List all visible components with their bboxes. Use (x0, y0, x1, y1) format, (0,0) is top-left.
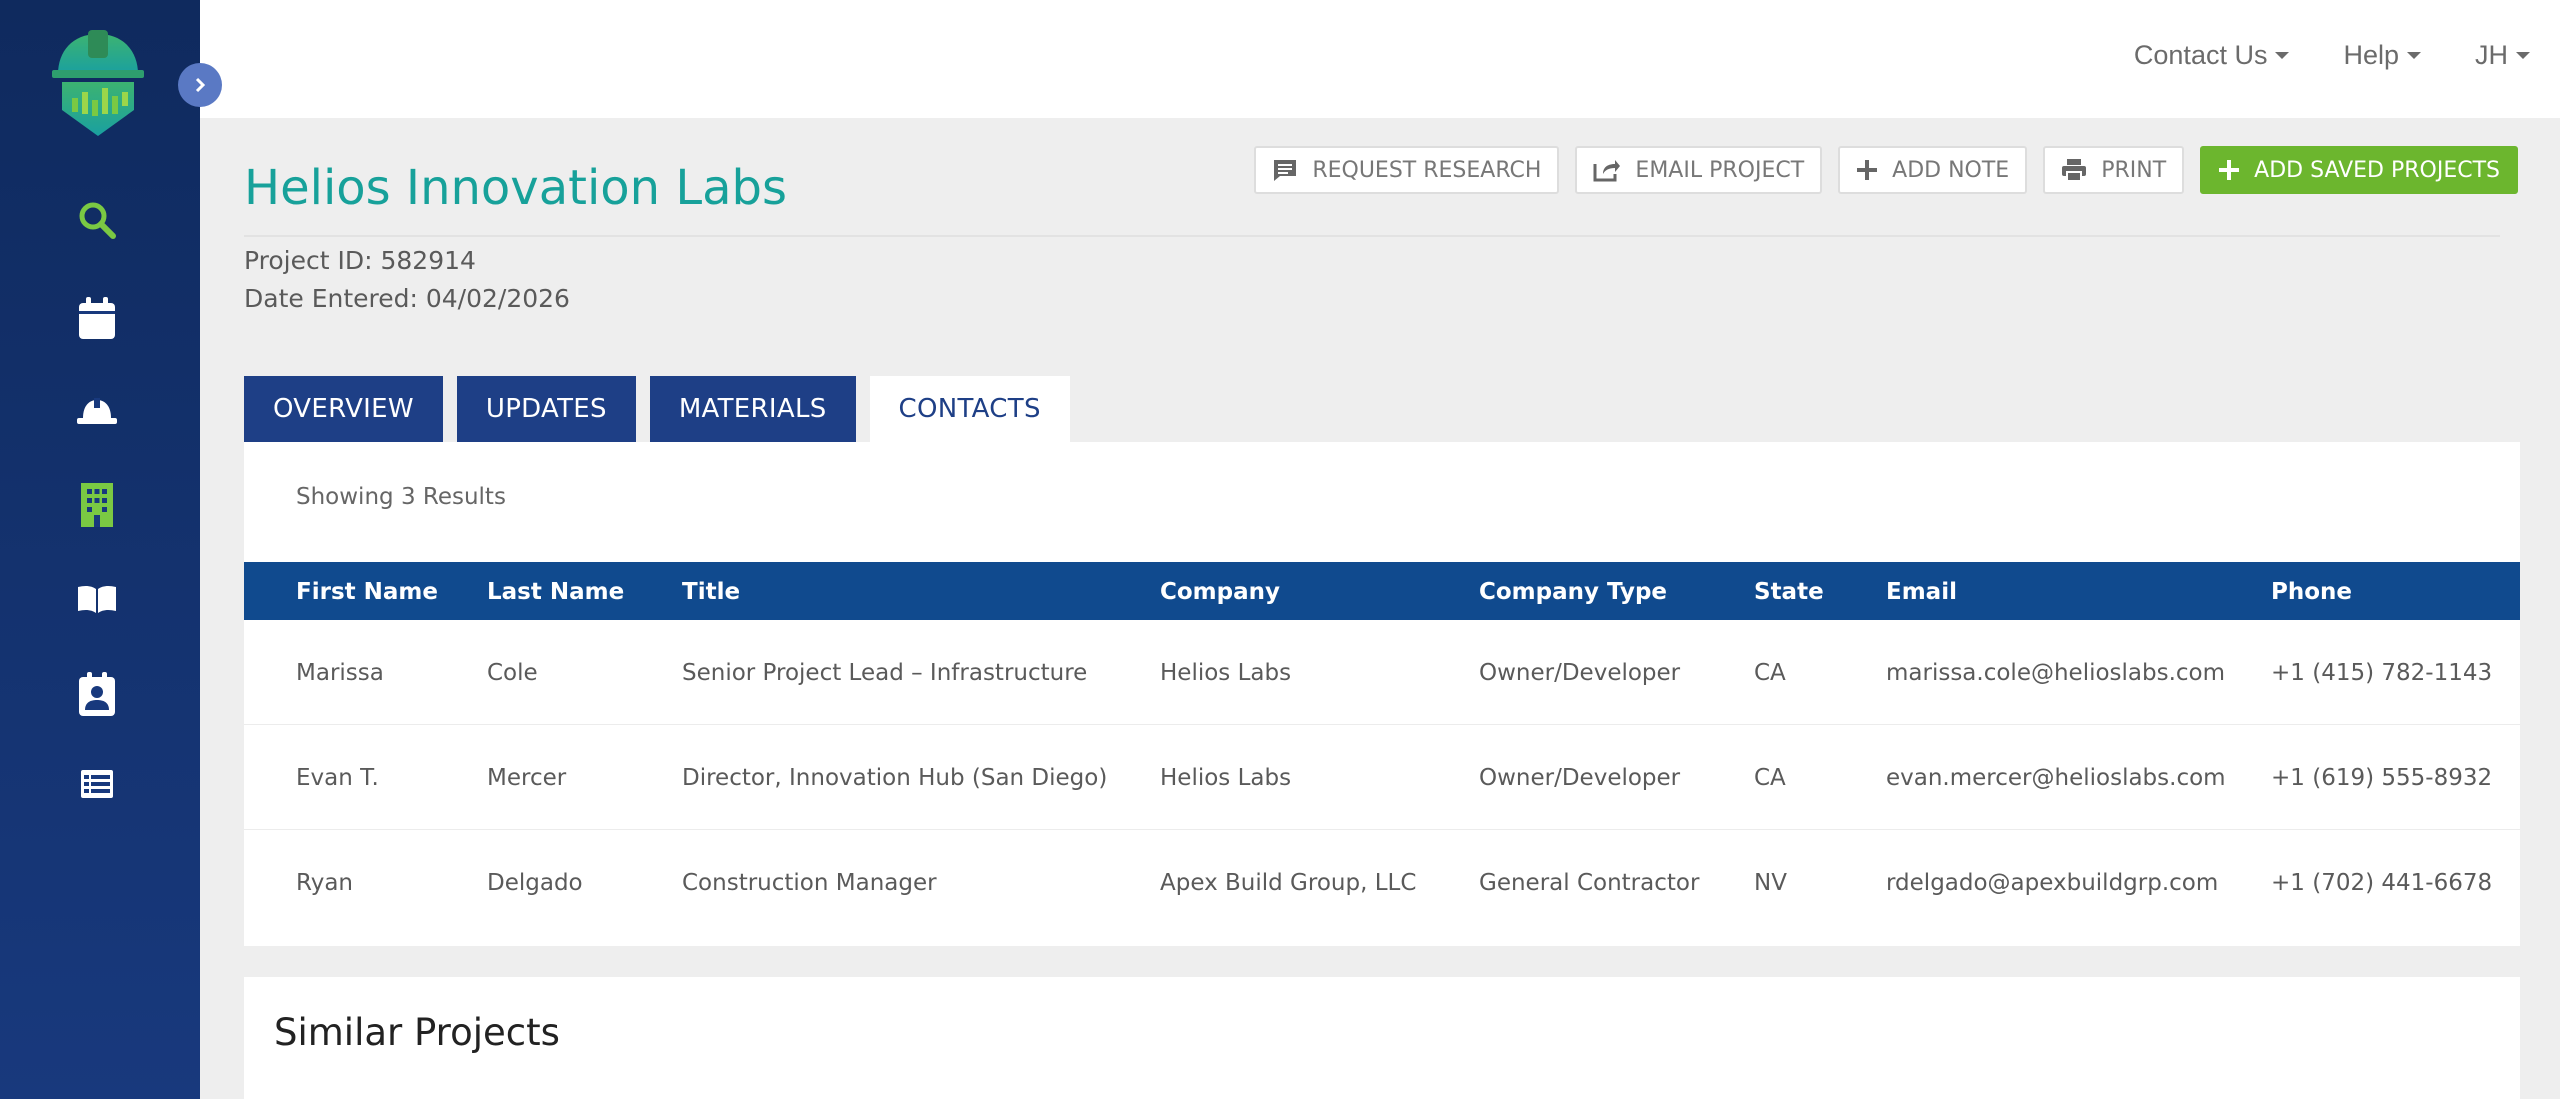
cell-email[interactable]: evan.mercer@helioslabs.com (1886, 765, 2226, 791)
search-icon[interactable] (70, 193, 124, 247)
sidebar-toggle-button[interactable] (178, 63, 222, 107)
chevron-right-icon (195, 77, 206, 93)
cell-title: Senior Project Lead – Infrastructure (682, 660, 1088, 686)
column-header-email[interactable]: Email (1886, 579, 1957, 605)
cell-company-type: General Contractor (1479, 870, 1700, 896)
cell-title: Director, Innovation Hub (San Diego) (682, 765, 1108, 791)
cell-company[interactable]: Helios Labs (1160, 765, 1291, 791)
hard-hat-icon[interactable] (70, 384, 124, 438)
top-bar: Contact Us Help JH (200, 0, 2560, 118)
user-initials: JH (2475, 40, 2508, 70)
calendar-icon[interactable] (70, 292, 124, 346)
column-header-company-type[interactable]: Company Type (1479, 579, 1667, 605)
project-actions: REQUEST RESEARCH EMAIL PROJECT ADD NOTE … (1254, 146, 2518, 194)
plus-icon (2219, 160, 2240, 180)
help-label: Help (2343, 40, 2399, 70)
add-note-label: ADD NOTE (1892, 157, 2010, 183)
cell-phone[interactable]: +1 (619) 555-8932 (2271, 765, 2492, 791)
request-research-button[interactable]: REQUEST RESEARCH (1254, 146, 1560, 194)
project-title: Helios Innovation Labs (244, 160, 787, 216)
column-header-title[interactable]: Title (682, 579, 740, 605)
share-icon (1593, 160, 1621, 182)
print-icon (2062, 159, 2087, 182)
email-project-label: EMAIL PROJECT (1635, 157, 1805, 183)
app-logo[interactable] (50, 30, 146, 138)
contact-us-menu[interactable]: Contact Us (2134, 40, 2290, 71)
column-header-last-name[interactable]: Last Name (487, 579, 624, 605)
column-header-phone[interactable]: Phone (2271, 579, 2352, 605)
add-saved-projects-label: ADD SAVED PROJECTS (2254, 157, 2500, 183)
cell-last-name: Cole (487, 660, 538, 686)
cell-phone[interactable]: +1 (415) 782-1143 (2271, 660, 2492, 686)
column-header-first-name[interactable]: First Name (296, 579, 438, 605)
cell-state: CA (1754, 660, 1786, 686)
contacts-table: First Name Last Name Title Company Compa… (244, 562, 2520, 935)
building-icon[interactable] (70, 478, 124, 532)
cell-phone[interactable]: +1 (702) 441-6678 (2271, 870, 2492, 896)
cell-email[interactable]: marissa.cole@helioslabs.com (1886, 660, 2225, 686)
cell-company-type: Owner/Developer (1479, 765, 1681, 791)
column-header-state[interactable]: State (1754, 579, 1824, 605)
cell-first-name: Evan T. (296, 765, 379, 791)
table-row: Evan T. Mercer Director, Innovation Hub … (244, 725, 2520, 830)
cell-state: NV (1754, 870, 1787, 896)
request-research-label: REQUEST RESEARCH (1312, 157, 1542, 183)
top-nav: Contact Us Help JH (2134, 40, 2530, 71)
project-id: Project ID: 582914 (244, 246, 476, 275)
cell-company[interactable]: Helios Labs (1160, 660, 1291, 686)
message-icon (1274, 160, 1297, 181)
contacts-panel: Showing 3 Results First Name Last Name T… (244, 442, 2520, 946)
cell-company[interactable]: Apex Build Group, LLC (1160, 870, 1416, 896)
cell-last-name: Delgado (487, 870, 583, 896)
tab-contacts[interactable]: CONTACTS (869, 376, 1070, 442)
table-header: First Name Last Name Title Company Compa… (244, 562, 2520, 620)
cell-first-name: Marissa (296, 660, 384, 686)
cell-email[interactable]: rdelgado@apexbuildgrp.com (1886, 870, 2218, 896)
email-project-button[interactable]: EMAIL PROJECT (1575, 146, 1823, 194)
contact-us-label: Contact Us (2133, 40, 2268, 70)
caret-down-icon (2407, 52, 2421, 59)
plus-icon (1857, 160, 1878, 180)
book-icon[interactable] (70, 572, 124, 626)
results-count: Showing 3 Results (296, 484, 506, 510)
list-icon[interactable] (70, 757, 124, 811)
help-menu[interactable]: Help (2343, 40, 2421, 71)
cell-first-name: Ryan (296, 870, 354, 896)
similar-projects-title: Similar Projects (274, 1011, 560, 1054)
date-entered: Date Entered: 04/02/2026 (244, 284, 570, 313)
contact-card-icon[interactable] (70, 667, 124, 721)
add-note-button[interactable]: ADD NOTE (1838, 146, 2028, 194)
tab-materials[interactable]: MATERIALS (649, 376, 856, 442)
tab-updates[interactable]: UPDATES (456, 376, 636, 442)
table-row: Marissa Cole Senior Project Lead – Infra… (244, 620, 2520, 725)
similar-projects-section: Similar Projects (244, 977, 2520, 1099)
sidebar (0, 0, 200, 1099)
column-header-company[interactable]: Company (1160, 579, 1280, 605)
print-label: PRINT (2101, 157, 2167, 183)
tab-overview[interactable]: OVERVIEW (244, 376, 443, 442)
user-menu[interactable]: JH (2475, 40, 2530, 71)
project-tabs: OVERVIEW UPDATES MATERIALS CONTACTS (244, 376, 1070, 442)
caret-down-icon (2516, 52, 2530, 59)
header-divider (244, 235, 2500, 237)
cell-company-type: Owner/Developer (1479, 660, 1681, 686)
caret-down-icon (2275, 52, 2290, 59)
table-row: Ryan Delgado Construction Manager Apex B… (244, 830, 2520, 935)
cell-state: CA (1754, 765, 1786, 791)
cell-last-name: Mercer (487, 765, 567, 791)
print-button[interactable]: PRINT (2043, 146, 2185, 194)
cell-title: Construction Manager (682, 870, 937, 896)
add-saved-projects-button[interactable]: ADD SAVED PROJECTS (2200, 146, 2518, 194)
